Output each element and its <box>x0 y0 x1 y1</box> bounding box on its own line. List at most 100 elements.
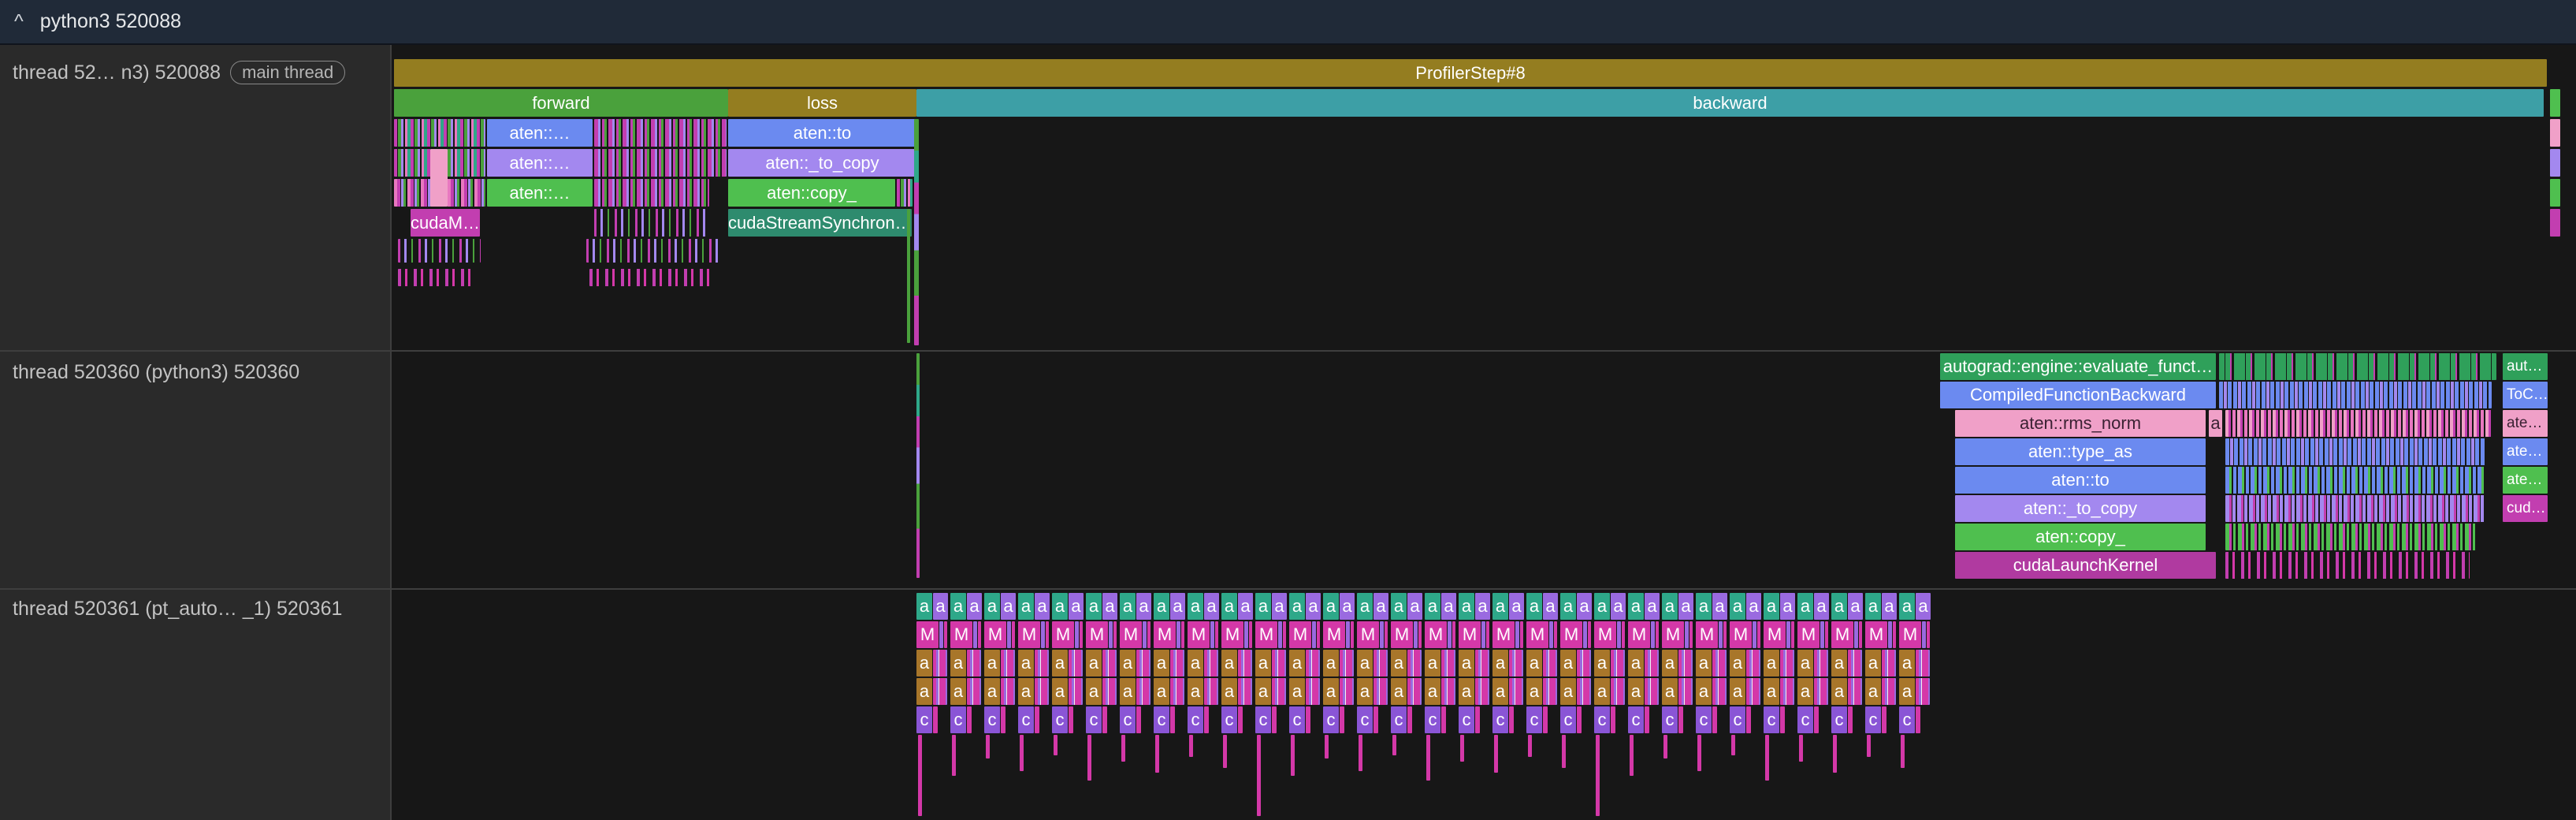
kernel-span[interactable]: a <box>1831 593 1847 620</box>
kernel-span[interactable]: a <box>1154 678 1169 705</box>
kernel-span[interactable]: M <box>1730 621 1752 648</box>
kernel-span[interactable]: a <box>1188 650 1203 676</box>
kernel-span[interactable]: c <box>1154 706 1169 733</box>
kernel-span[interactable]: M <box>1221 621 1243 648</box>
kernel-span[interactable]: M <box>1662 621 1684 648</box>
kernel-span[interactable]: a <box>1730 650 1745 676</box>
kernel-span[interactable]: a <box>1323 593 1339 620</box>
kernel-span[interactable]: a <box>1696 678 1712 705</box>
kernel-span[interactable]: a <box>1797 593 1813 620</box>
kernel-span[interactable]: a <box>1797 678 1813 705</box>
kernel-span[interactable]: a <box>1441 593 1456 620</box>
kernel-span[interactable]: a <box>1899 593 1915 620</box>
kernel-span[interactable]: a <box>1594 593 1610 620</box>
kernel-span[interactable]: c <box>984 706 1000 733</box>
trace-span[interactable]: CompiledFunctionBackward <box>1940 382 2216 408</box>
kernel-span[interactable]: c <box>1323 706 1339 733</box>
trace-span[interactable]: aten::_to_copy <box>1955 495 2206 522</box>
kernel-span[interactable]: a <box>1764 678 1779 705</box>
trace-span[interactable]: autograd::engine::evaluate_funct… <box>1940 353 2216 380</box>
kernel-span[interactable]: a <box>1848 593 1863 620</box>
kernel-span[interactable]: M <box>1865 621 1887 648</box>
kernel-span[interactable]: a <box>1730 678 1745 705</box>
kernel-span[interactable]: c <box>1052 706 1068 733</box>
trace-span[interactable]: aten::_to_copy <box>728 149 916 177</box>
kernel-span[interactable]: a <box>1628 593 1644 620</box>
trace-span[interactable]: aten::copy_ <box>1955 524 2206 550</box>
kernel-span[interactable]: a <box>1221 678 1237 705</box>
kernel-span[interactable]: a <box>1628 650 1644 676</box>
kernel-span[interactable]: M <box>1255 621 1277 648</box>
kernel-span[interactable]: a <box>1391 678 1407 705</box>
kernel-span[interactable]: a <box>1882 593 1897 620</box>
kernel-span[interactable]: a <box>1154 593 1169 620</box>
kernel-span[interactable]: a <box>1018 650 1034 676</box>
kernel-span[interactable]: c <box>1628 706 1644 733</box>
kernel-span[interactable]: a <box>1323 678 1339 705</box>
kernel-span[interactable]: a <box>933 593 948 620</box>
kernel-span[interactable]: M <box>1425 621 1447 648</box>
kernel-span[interactable]: a <box>1035 593 1050 620</box>
trace-span[interactable]: forward <box>394 89 728 117</box>
trace-span[interactable]: aten::… <box>487 119 593 147</box>
kernel-span[interactable]: a <box>1746 593 1761 620</box>
kernel-span[interactable]: M <box>1459 621 1481 648</box>
trace-span[interactable]: aten::type_as <box>1955 438 2206 465</box>
kernel-span[interactable]: a <box>1407 593 1422 620</box>
kernel-span[interactable]: a <box>1594 650 1610 676</box>
kernel-span[interactable]: M <box>984 621 1006 648</box>
trace-span[interactable]: aten::… <box>487 179 593 207</box>
kernel-span[interactable]: M <box>1391 621 1413 648</box>
kernel-span[interactable]: a <box>1221 593 1237 620</box>
trace-span[interactable]: cud… <box>2503 495 2548 522</box>
kernel-span[interactable]: a <box>1120 678 1136 705</box>
kernel-span[interactable]: M <box>1018 621 1040 648</box>
kernel-span[interactable]: c <box>1255 706 1271 733</box>
kernel-span[interactable]: a <box>1255 678 1271 705</box>
kernel-span[interactable]: a <box>1899 650 1915 676</box>
kernel-span[interactable]: a <box>1594 678 1610 705</box>
thread-row-label-520361[interactable]: thread 520361 (pt_auto… _1) 520361 <box>13 593 342 624</box>
kernel-span[interactable]: a <box>1373 593 1388 620</box>
kernel-span[interactable]: a <box>1086 678 1102 705</box>
kernel-span[interactable]: a <box>1391 650 1407 676</box>
trace-span[interactable]: aten::to <box>728 119 916 147</box>
kernel-span[interactable]: c <box>1357 706 1373 733</box>
kernel-span[interactable]: a <box>1560 678 1576 705</box>
kernel-span[interactable]: a <box>1255 650 1271 676</box>
kernel-span[interactable]: a <box>1052 650 1068 676</box>
kernel-span[interactable]: a <box>1306 593 1321 620</box>
kernel-span[interactable]: a <box>1272 593 1287 620</box>
kernel-span[interactable]: c <box>1086 706 1102 733</box>
kernel-span[interactable]: a <box>984 650 1000 676</box>
kernel-span[interactable]: a <box>1052 678 1068 705</box>
kernel-span[interactable]: a <box>1797 650 1813 676</box>
kernel-span[interactable]: a <box>1120 593 1136 620</box>
trace-span[interactable]: ate… <box>2503 410 2548 437</box>
kernel-span[interactable]: M <box>1526 621 1548 648</box>
kernel-span[interactable]: c <box>1730 706 1745 733</box>
kernel-span[interactable]: c <box>1492 706 1508 733</box>
kernel-span[interactable]: M <box>1560 621 1582 648</box>
kernel-span[interactable]: a <box>1831 678 1847 705</box>
kernel-span[interactable]: M <box>1492 621 1515 648</box>
kernel-span[interactable]: M <box>1357 621 1379 648</box>
trace-span[interactable]: backward <box>916 89 2544 117</box>
trace-span[interactable]: aten::to <box>1955 467 2206 494</box>
kernel-span[interactable]: c <box>1831 706 1847 733</box>
kernel-span[interactable]: a <box>1289 678 1305 705</box>
kernel-span[interactable]: a <box>1475 593 1490 620</box>
kernel-span[interactable]: a <box>916 650 932 676</box>
kernel-span[interactable]: M <box>950 621 972 648</box>
kernel-span[interactable]: M <box>1086 621 1108 648</box>
kernel-span[interactable]: M <box>916 621 939 648</box>
trace-span[interactable]: aten::… <box>487 149 593 177</box>
kernel-span[interactable]: c <box>1391 706 1407 733</box>
kernel-span[interactable]: a <box>1611 593 1626 620</box>
trace-span[interactable]: loss <box>728 89 916 117</box>
trace-span[interactable]: aten::rms_norm <box>1955 410 2206 437</box>
kernel-span[interactable]: a <box>1018 678 1034 705</box>
kernel-span[interactable]: a <box>1120 650 1136 676</box>
kernel-span[interactable]: M <box>1764 621 1786 648</box>
kernel-span[interactable]: c <box>1018 706 1034 733</box>
